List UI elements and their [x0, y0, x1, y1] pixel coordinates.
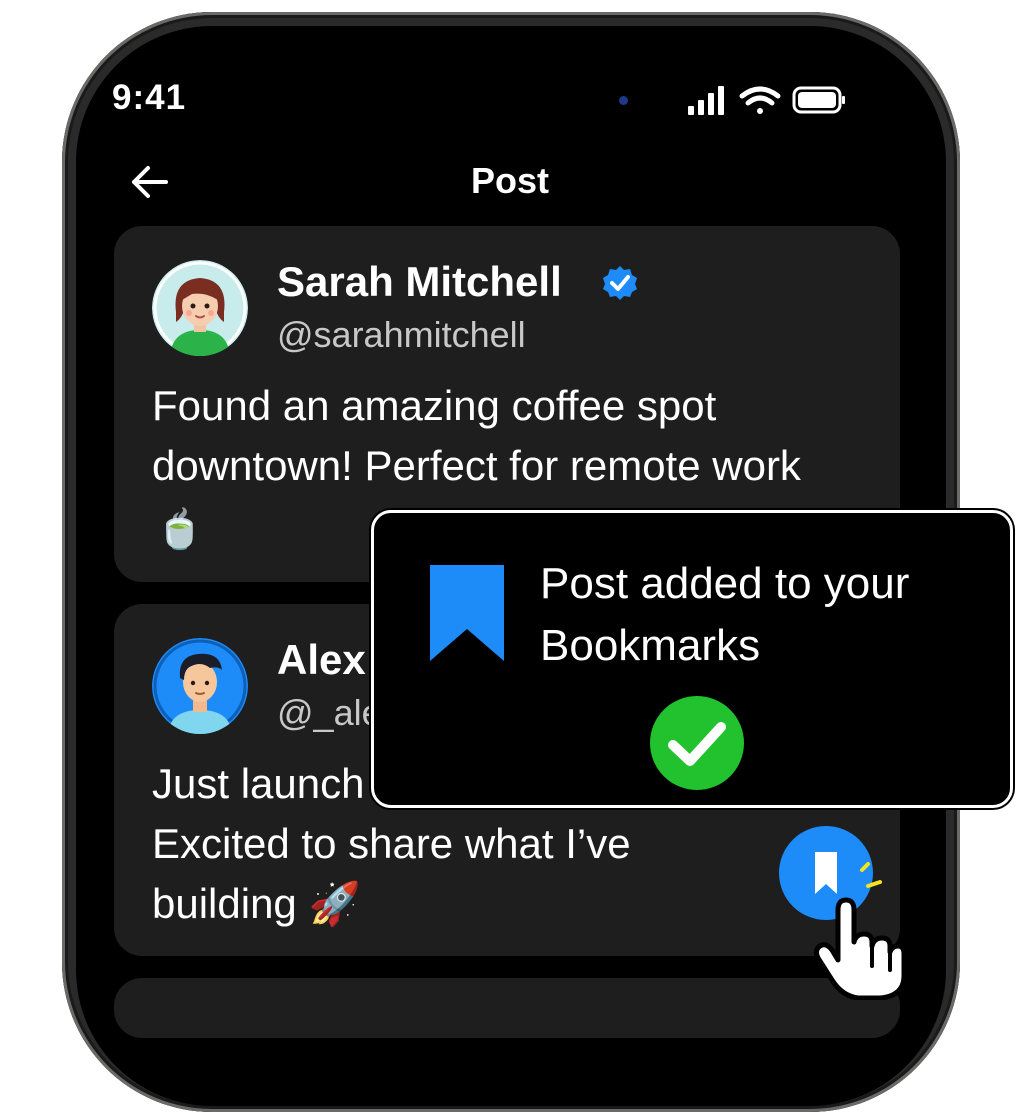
camera-dot: [619, 96, 628, 105]
tea-emoji: 🍵: [156, 509, 204, 551]
bookmark-toast: Post added to your Bookmarks: [371, 510, 1013, 808]
toast-message-line: Bookmarks: [540, 621, 761, 670]
post-author-handle[interactable]: @_ale: [277, 692, 382, 734]
wifi-icon: [739, 86, 781, 114]
post-text-line: downtown! Perfect for remote work: [152, 442, 801, 489]
post-text-line: Excited to share what I’ve: [152, 820, 631, 867]
toast-message-line: Post added to your: [540, 559, 910, 608]
bookmark-icon: [430, 565, 504, 661]
status-icons: [688, 86, 845, 115]
verified-badge-icon: [603, 266, 637, 300]
page-title: Post: [470, 160, 549, 201]
post-text-line: Just launch: [152, 760, 365, 807]
post-text-line: Found an amazing coffee spot: [152, 382, 717, 429]
battery-icon: [792, 86, 845, 114]
toast-message: Post added to your Bookmarks: [540, 553, 909, 677]
post-card[interactable]: [114, 978, 900, 1038]
pointer-hand-icon: [813, 897, 907, 1000]
status-time: 9:41: [112, 78, 187, 117]
avatar[interactable]: [152, 638, 248, 734]
avatar[interactable]: [152, 260, 248, 356]
post-author-name[interactable]: Sarah Mitchell: [277, 258, 562, 306]
post-author-handle[interactable]: @sarahmitchell: [277, 314, 526, 356]
post-text-line: building 🚀: [152, 880, 361, 927]
post-author-name[interactable]: Alex: [277, 636, 366, 684]
check-circle-icon: [650, 696, 744, 790]
cellular-signal-icon: [688, 86, 724, 115]
